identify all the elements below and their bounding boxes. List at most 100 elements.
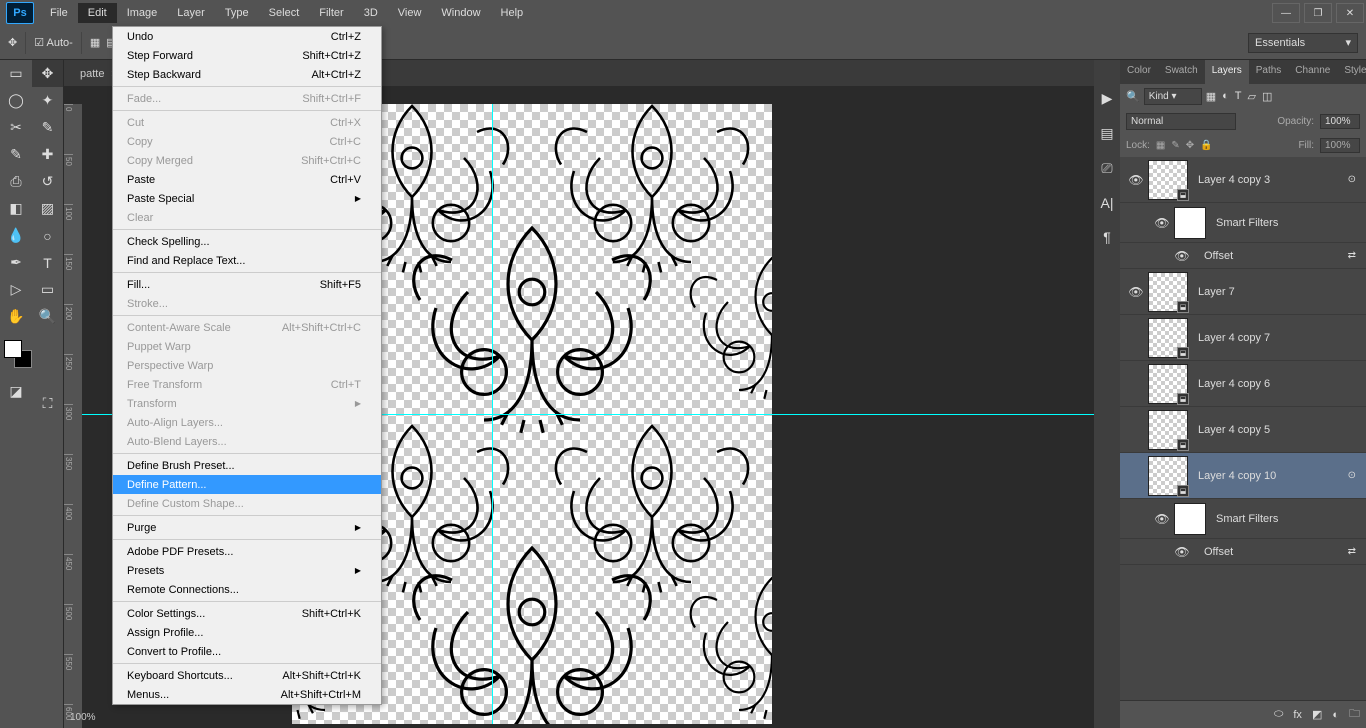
lock-position-icon[interactable]: ✎ bbox=[1171, 140, 1179, 151]
layer-row[interactable]: ⬓ Layer 4 copy 7 bbox=[1120, 315, 1366, 361]
panel-tab-color[interactable]: Color bbox=[1120, 60, 1158, 84]
filter-options-icon[interactable]: ⇄ bbox=[1348, 546, 1356, 557]
screen-mode-icon[interactable]: ⛶ bbox=[32, 390, 63, 417]
layer-thumbnail[interactable]: ⬓ bbox=[1148, 410, 1188, 450]
menu-edit[interactable]: Edit bbox=[78, 3, 117, 23]
layer-row[interactable]: ⬓ Layer 4 copy 5 bbox=[1120, 407, 1366, 453]
visibility-toggle-icon[interactable]: 👁 bbox=[1150, 216, 1174, 230]
blend-mode-select[interactable]: Normal bbox=[1126, 113, 1236, 130]
type-tool-icon[interactable]: T bbox=[32, 249, 63, 276]
menu-item-define-brush-preset-[interactable]: Define Brush Preset... bbox=[113, 456, 381, 475]
menu-item-assign-profile-[interactable]: Assign Profile... bbox=[113, 623, 381, 642]
visibility-toggle-icon[interactable]: 👁 bbox=[1170, 249, 1194, 263]
layer-name[interactable]: Layer 4 copy 10 bbox=[1198, 470, 1276, 482]
group-icon[interactable]: 🗀 bbox=[1349, 705, 1360, 724]
layer-thumbnail[interactable] bbox=[1174, 503, 1206, 535]
layer-thumbnail[interactable]: ⬓ bbox=[1148, 364, 1188, 404]
menu-item-adobe-pdf-presets-[interactable]: Adobe PDF Presets... bbox=[113, 542, 381, 561]
properties-icon[interactable]: ⎚ bbox=[1101, 160, 1112, 177]
search-icon[interactable]: 🔍 bbox=[1126, 90, 1140, 103]
dodge-tool-icon[interactable]: ○ bbox=[32, 222, 63, 249]
minimize-button[interactable]: — bbox=[1272, 3, 1300, 23]
menu-filter[interactable]: Filter bbox=[309, 3, 353, 23]
panel-tab-swatch[interactable]: Swatch bbox=[1158, 60, 1205, 84]
layer-row[interactable]: 👁 Smart Filters bbox=[1120, 203, 1366, 243]
layer-name[interactable]: Offset bbox=[1204, 546, 1233, 558]
path-tool-icon[interactable]: ▷ bbox=[0, 276, 32, 303]
layer-name[interactable]: Layer 4 copy 7 bbox=[1198, 332, 1270, 344]
layer-row[interactable]: ⬓ Layer 4 copy 10 ⊙ bbox=[1120, 453, 1366, 499]
eraser-tool-icon[interactable]: ◧ bbox=[0, 195, 32, 222]
layer-row[interactable]: 👁 Offset ⇄ bbox=[1120, 539, 1366, 565]
layer-row[interactable]: 👁 Offset ⇄ bbox=[1120, 243, 1366, 269]
menu-help[interactable]: Help bbox=[491, 3, 534, 23]
layer-thumbnail[interactable]: ⬓ bbox=[1148, 160, 1188, 200]
menu-item-purge[interactable]: Purge bbox=[113, 518, 381, 537]
visibility-toggle-icon[interactable]: 👁 bbox=[1170, 545, 1194, 559]
visibility-toggle-icon[interactable]: 👁 bbox=[1124, 173, 1148, 187]
menu-item-step-backward[interactable]: Step BackwardAlt+Ctrl+Z bbox=[113, 65, 381, 84]
gradient-tool-icon[interactable]: ▨ bbox=[32, 195, 63, 222]
wand-tool-icon[interactable]: ✦ bbox=[32, 87, 63, 114]
opacity-input[interactable]: 100% bbox=[1320, 114, 1360, 129]
layer-list[interactable]: 👁⬓Layer 4 copy 3⊙👁Smart Filters👁Offset⇄👁… bbox=[1120, 157, 1366, 700]
layer-fx-icon[interactable]: fx bbox=[1293, 709, 1302, 721]
menu-item-fill-[interactable]: Fill...Shift+F5 bbox=[113, 275, 381, 294]
shape-filter-icon[interactable]: ▱ bbox=[1248, 90, 1256, 103]
layer-name[interactable]: Layer 7 bbox=[1198, 286, 1235, 298]
filter-toggle-icon[interactable]: ⊙ bbox=[1348, 470, 1356, 481]
layer-name[interactable]: Smart Filters bbox=[1216, 217, 1278, 229]
menu-item-presets[interactable]: Presets bbox=[113, 561, 381, 580]
move-tool-icon[interactable]: ✥ bbox=[8, 36, 17, 49]
character-icon[interactable]: A| bbox=[1101, 195, 1114, 211]
panel-tab-styles[interactable]: Styles bbox=[1337, 60, 1366, 84]
workspace-selector[interactable]: Essentials▾ bbox=[1248, 33, 1358, 53]
edit-menu-dropdown[interactable]: UndoCtrl+ZStep ForwardShift+Ctrl+ZStep B… bbox=[112, 26, 382, 705]
layer-mask-icon[interactable]: ◩ bbox=[1312, 708, 1322, 721]
layer-name[interactable]: Smart Filters bbox=[1216, 513, 1278, 525]
layer-name[interactable]: Offset bbox=[1204, 250, 1233, 262]
menu-item-paste-special[interactable]: Paste Special bbox=[113, 189, 381, 208]
type-filter-icon[interactable]: T bbox=[1235, 90, 1242, 103]
layer-thumbnail[interactable]: ⬓ bbox=[1148, 318, 1188, 358]
visibility-toggle-icon[interactable]: 👁 bbox=[1150, 512, 1174, 526]
panel-tab-paths[interactable]: Paths bbox=[1249, 60, 1289, 84]
layer-name[interactable]: Layer 4 copy 6 bbox=[1198, 378, 1270, 390]
layer-thumbnail[interactable] bbox=[1174, 207, 1206, 239]
menu-3d[interactable]: 3D bbox=[354, 3, 388, 23]
layer-row[interactable]: 👁⬓Layer 7 bbox=[1120, 269, 1366, 315]
filter-options-icon[interactable]: ⇄ bbox=[1348, 250, 1356, 261]
menu-item-find-and-replace-text-[interactable]: Find and Replace Text... bbox=[113, 251, 381, 270]
adjust-filter-icon[interactable]: ◐ bbox=[1222, 90, 1229, 103]
blur-tool-icon[interactable]: 💧 bbox=[0, 222, 32, 249]
zoom-tool-icon[interactable]: 🔍 bbox=[32, 303, 63, 330]
maximize-button[interactable]: ❐ bbox=[1304, 3, 1332, 23]
layer-thumbnail[interactable]: ⬓ bbox=[1148, 456, 1188, 496]
smart-filter-icon[interactable]: ◫ bbox=[1262, 90, 1272, 103]
panel-tab-layers[interactable]: Layers bbox=[1205, 60, 1249, 84]
layer-thumbnail[interactable]: ⬓ bbox=[1148, 272, 1188, 312]
pen-tool-icon[interactable]: ✒ bbox=[0, 249, 32, 276]
layer-row[interactable]: 👁 Smart Filters bbox=[1120, 499, 1366, 539]
rect-tool-icon[interactable]: ▭ bbox=[32, 276, 63, 303]
clone-tool-icon[interactable]: ⎙ bbox=[0, 168, 32, 195]
menu-select[interactable]: Select bbox=[259, 3, 310, 23]
layer-name[interactable]: Layer 4 copy 5 bbox=[1198, 424, 1270, 436]
brush-tool-icon[interactable]: ✎ bbox=[0, 141, 32, 168]
menu-window[interactable]: Window bbox=[431, 3, 490, 23]
foreground-color[interactable] bbox=[4, 340, 22, 358]
lasso-tool-icon[interactable]: ◯ bbox=[0, 87, 32, 114]
lock-all-icon[interactable]: 🔒 bbox=[1200, 140, 1212, 151]
fill-input[interactable]: 100% bbox=[1320, 138, 1360, 153]
lock-move-icon[interactable]: ✥ bbox=[1186, 140, 1194, 151]
menu-item-undo[interactable]: UndoCtrl+Z bbox=[113, 27, 381, 46]
hand-tool-icon[interactable]: ✋ bbox=[0, 303, 32, 330]
menu-item-color-settings-[interactable]: Color Settings...Shift+Ctrl+K bbox=[113, 604, 381, 623]
menu-item-step-forward[interactable]: Step ForwardShift+Ctrl+Z bbox=[113, 46, 381, 65]
play-icon[interactable]: ▶ bbox=[1102, 90, 1113, 107]
close-button[interactable]: ✕ bbox=[1336, 3, 1364, 23]
history-brush-icon[interactable]: ↺ bbox=[32, 168, 63, 195]
panel-tab-channe[interactable]: Channe bbox=[1288, 60, 1337, 84]
quickmask-icon[interactable]: ◪ bbox=[0, 378, 32, 405]
menu-image[interactable]: Image bbox=[117, 3, 168, 23]
